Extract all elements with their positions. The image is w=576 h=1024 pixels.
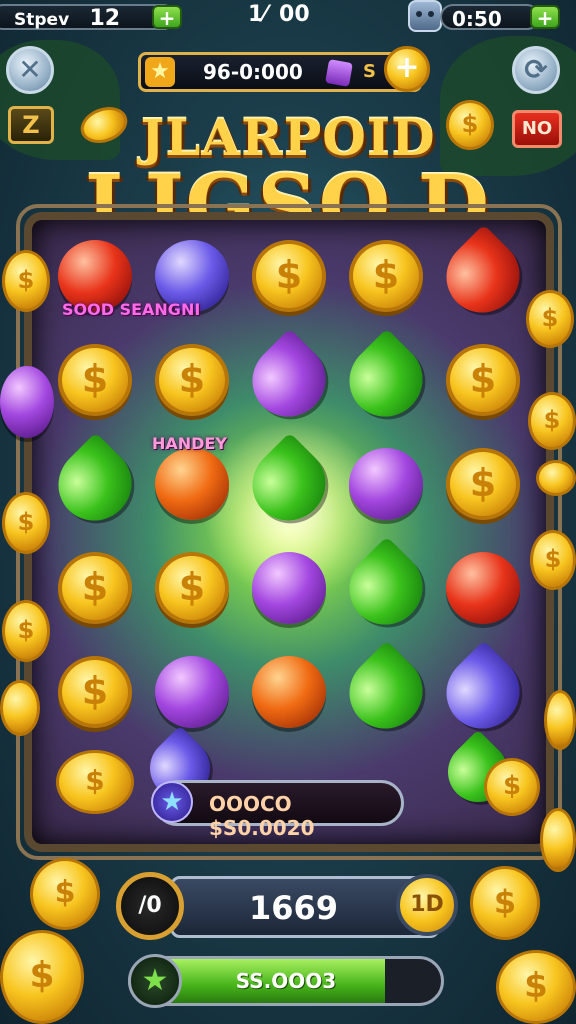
level-label: Stpev xyxy=(14,10,70,30)
gem-purple-orb[interactable] xyxy=(349,448,423,520)
status-text: OOOCO $S0.0020 xyxy=(209,792,315,840)
add-energy-button[interactable]: + xyxy=(530,5,560,29)
gem-coin[interactable]: $ xyxy=(155,552,229,624)
floating-coin: $ xyxy=(528,392,576,450)
floating-purple-gem xyxy=(0,366,54,438)
gem-icon xyxy=(325,59,353,87)
energy-value: 0:50 xyxy=(452,7,502,31)
level-pill: Stpev 12 xyxy=(0,4,176,31)
gem-coin[interactable]: $ xyxy=(252,240,326,312)
gem-purple-orb[interactable] xyxy=(155,656,229,728)
floating-coin: $ xyxy=(526,290,574,348)
combo-label-2: HANDEY xyxy=(152,434,227,453)
status-bar: ★ OOOCO $S0.0020 xyxy=(151,780,404,840)
floating-coin: $ xyxy=(0,930,84,1024)
floating-coin xyxy=(540,808,576,872)
gem-coin[interactable]: $ xyxy=(349,240,423,312)
floating-coin xyxy=(0,680,40,736)
gem-coin[interactable]: $ xyxy=(446,344,520,416)
gem-coin[interactable]: $ xyxy=(58,656,132,728)
robot-icon xyxy=(408,0,442,32)
score-right-badge[interactable]: 1D xyxy=(396,874,458,936)
floating-coin: $ xyxy=(530,530,576,590)
top-bar: Stpev 12 + 1⁄ 00 0:50 + xyxy=(0,0,576,36)
level-value: 12 xyxy=(89,6,121,31)
floating-coin: $ xyxy=(2,600,50,662)
floating-coin: $ xyxy=(2,250,50,312)
energy-pill: 0:50 xyxy=(440,4,540,31)
star-icon: ★ xyxy=(128,954,182,1008)
gem-coin[interactable]: $ xyxy=(155,344,229,416)
refresh-button[interactable]: ⟳ xyxy=(512,46,560,94)
currency-small-label: S xyxy=(363,61,376,82)
floating-coin: $ xyxy=(484,758,540,816)
close-button[interactable]: ✕ xyxy=(6,46,54,94)
add-lives-button[interactable]: + xyxy=(152,5,182,29)
floating-coin xyxy=(536,460,576,496)
floating-coin: $ xyxy=(2,492,50,554)
gem-orange-orb[interactable] xyxy=(252,656,326,728)
timer-display: 1⁄ 00 xyxy=(248,2,310,27)
gem-coin[interactable]: $ xyxy=(58,552,132,624)
currency-value: 96-0:000 xyxy=(203,60,303,84)
add-currency-button[interactable]: + xyxy=(384,46,430,92)
refresh-icon: ⟳ xyxy=(524,53,548,86)
currency-bar: ★ 96-0:000 S xyxy=(138,52,422,92)
score-left-badge[interactable]: /0 xyxy=(116,872,184,940)
gem-purple-orb[interactable] xyxy=(252,552,326,624)
close-icon: ✕ xyxy=(18,53,42,86)
floating-coin: $ xyxy=(470,866,540,940)
gem-coin[interactable]: $ xyxy=(58,344,132,416)
gem-coin[interactable]: $ xyxy=(446,448,520,520)
floating-coin: $ xyxy=(56,750,134,814)
star-icon: ★ xyxy=(151,781,193,823)
star-icon: ★ xyxy=(145,57,175,87)
gem-red-orb[interactable] xyxy=(446,552,520,624)
combo-label-1: SOOD SEANGNI xyxy=(62,300,201,319)
floating-coin: $ xyxy=(30,858,100,930)
floating-coin xyxy=(544,690,576,750)
floating-coin: $ xyxy=(496,950,576,1024)
score-value: 1669 xyxy=(249,889,339,927)
gem-orange-orb[interactable] xyxy=(155,448,229,520)
